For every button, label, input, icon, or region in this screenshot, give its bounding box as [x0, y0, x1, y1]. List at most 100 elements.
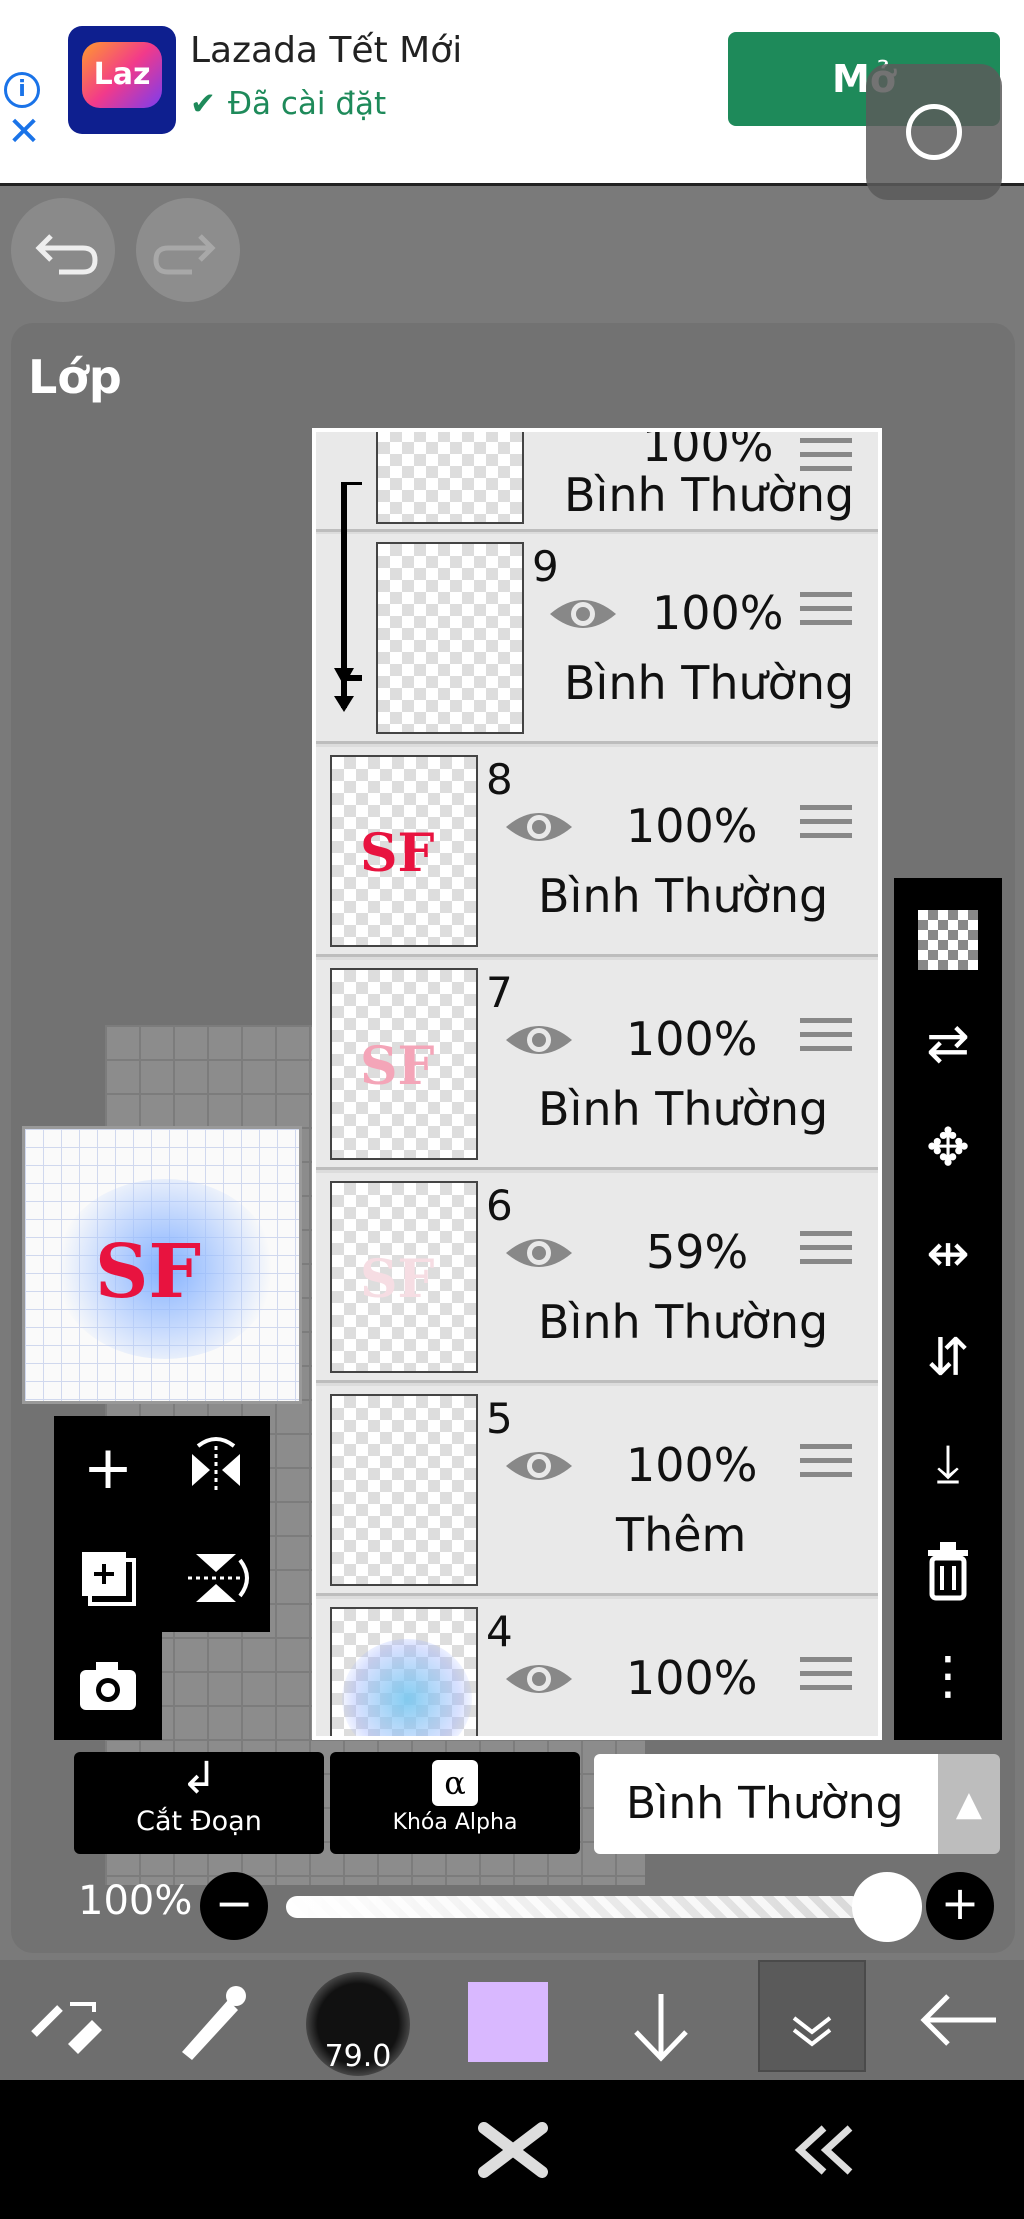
layer-row[interactable]: SF 7 100% Bình Thường	[316, 960, 878, 1170]
layer-thumbnail: SF	[330, 1181, 478, 1373]
brush-size-indicator[interactable]: 79.0	[306, 1972, 410, 2076]
flip-vertical-button[interactable]	[162, 1524, 270, 1632]
opacity-slider-thumb[interactable]	[852, 1872, 922, 1942]
layers-icon	[792, 2016, 832, 2047]
trash-icon[interactable]	[908, 1528, 988, 1608]
add-layer-button[interactable]: +	[54, 1416, 162, 1524]
app-close-icon[interactable]	[478, 2120, 548, 2180]
flip-horizontal-button[interactable]	[162, 1416, 270, 1524]
ad-subtitle: ✔ Đã cài đặt	[190, 86, 386, 122]
layer-row[interactable]: SF 6 59% Bình Thường	[316, 1173, 878, 1383]
color-swatch[interactable]	[468, 1982, 548, 2062]
layer-blend-mode: Bình Thường	[538, 869, 829, 923]
layer-row[interactable]: 9 100% Bình Thường	[316, 534, 878, 744]
eye-icon[interactable]	[502, 1444, 576, 1488]
clip-label: Cắt Đoạn	[136, 1806, 262, 1837]
opacity-decrease-button[interactable]: −	[200, 1872, 268, 1940]
layer-swap-icon[interactable]: ⇄	[908, 1004, 988, 1084]
alpha-lock-button[interactable]: α Khóa Alpha	[330, 1752, 580, 1854]
preview-sf-text: SF	[95, 1229, 201, 1315]
trash-glyph	[928, 1542, 968, 1601]
camera-icon	[80, 1662, 136, 1710]
layers-button[interactable]	[758, 1960, 866, 2072]
drag-handle-icon[interactable]	[800, 592, 852, 632]
clipping-arrow-icon	[334, 482, 362, 712]
panel-title: Lớp	[28, 350, 122, 404]
back-arrow-icon[interactable]	[904, 1960, 1014, 2080]
layer-number: 4	[486, 1607, 513, 1656]
layer-opacity: 100%	[642, 432, 774, 472]
layer-opacity: 59%	[646, 1225, 749, 1279]
circle-icon	[906, 104, 962, 160]
layer-thumbnail	[376, 432, 524, 524]
layer-row[interactable]: 100% Bình Thường	[316, 432, 878, 532]
move-icon[interactable]: ✥	[908, 1108, 988, 1188]
layer-number: 6	[486, 1181, 513, 1230]
eye-icon[interactable]	[502, 805, 576, 849]
layer-opacity: 100%	[626, 1438, 758, 1492]
layer-thumb-sf: SF	[360, 823, 435, 884]
drag-handle-icon[interactable]	[800, 1444, 852, 1484]
layer-thumbnail	[330, 1394, 478, 1586]
system-nav-bar	[0, 2080, 1024, 2219]
ad-banner[interactable]: i ✕ Laz Lazada Tết Mới ✔ Đã cài đặt Mở	[0, 0, 1024, 200]
bottom-toolbar: 79.0	[0, 1960, 1024, 2080]
undo-button[interactable]	[11, 198, 115, 302]
layer-thumb-glow	[342, 1639, 472, 1736]
back-double-chevron-icon[interactable]	[790, 2120, 860, 2180]
layer-thumbnail: SF	[330, 968, 478, 1160]
layer-blend-mode: Bình Thường	[538, 1295, 829, 1349]
layer-left-tools: +	[54, 1416, 270, 1740]
close-icon[interactable]: ✕	[4, 112, 44, 152]
layer-right-tools: ⇄ ✥ ⇹ ⇵ ⤓ ⋮	[894, 878, 1002, 1740]
opacity-slider[interactable]	[286, 1896, 902, 1918]
flip-horizontal-icon	[192, 1437, 240, 1494]
floating-assistive-button[interactable]	[866, 64, 1002, 200]
merge-down-icon[interactable]: ⤓	[908, 1424, 988, 1504]
flip-horizontal-icon[interactable]: ⇹	[908, 1214, 988, 1294]
drag-handle-icon[interactable]	[800, 438, 852, 478]
blend-mode-select[interactable]: Bình Thường	[594, 1754, 938, 1854]
layer-thumbnail: SF	[330, 755, 478, 947]
ad-title: Lazada Tết Mới	[190, 30, 463, 71]
camera-button[interactable]	[54, 1632, 162, 1740]
flip-vertical-icon[interactable]: ⇵	[908, 1318, 988, 1398]
eye-icon[interactable]	[502, 1231, 576, 1275]
drag-handle-icon[interactable]	[800, 1018, 852, 1058]
eye-icon[interactable]	[502, 1657, 576, 1701]
layer-blend-mode: Bình Thường	[564, 656, 855, 710]
drag-handle-icon[interactable]	[800, 1657, 852, 1697]
brush-tool-icon[interactable]	[154, 1960, 264, 2080]
blend-mode-arrow-icon[interactable]: ▲	[938, 1754, 1000, 1854]
drag-handle-icon[interactable]	[800, 805, 852, 845]
layer-list[interactable]: 100% Bình Thường 9 100% Bình Thường SF 8…	[312, 428, 882, 1740]
transform-tool-icon[interactable]	[10, 1960, 120, 2080]
more-icon[interactable]: ⋮	[908, 1636, 988, 1716]
checkerboard-icon[interactable]	[908, 900, 988, 980]
drag-handle-icon[interactable]	[800, 1231, 852, 1271]
check-icon: ✔	[190, 86, 216, 122]
layer-number: 5	[486, 1394, 513, 1443]
clip-button[interactable]: ↲ Cắt Đoạn	[74, 1752, 324, 1854]
brush-glyph	[182, 1986, 246, 2060]
layer-thumb-sf: SF	[360, 1036, 435, 1097]
undo-icon	[35, 234, 98, 275]
layer-row[interactable]: SF 8 100% Bình Thường	[316, 747, 878, 957]
eye-icon[interactable]	[502, 1018, 576, 1062]
eye-icon[interactable]	[546, 592, 620, 636]
copy-layer-button[interactable]	[54, 1524, 162, 1632]
lazada-logo: Laz	[68, 26, 176, 134]
down-arrow-icon[interactable]	[606, 1960, 716, 2080]
layer-row[interactable]: 5 100% Thêm	[316, 1386, 878, 1596]
transform-glyph	[31, 2002, 102, 2054]
layer-thumb-sf: SF	[360, 1249, 435, 1310]
redo-button[interactable]	[136, 198, 240, 302]
copy-layer-icon	[82, 1552, 136, 1606]
layer-opacity: 100%	[626, 1012, 758, 1066]
layer-blend-mode: Thêm	[616, 1508, 747, 1562]
opacity-increase-button[interactable]: +	[926, 1872, 994, 1940]
flip-vertical-icon	[188, 1554, 249, 1602]
canvas-preview[interactable]: SF	[22, 1126, 302, 1404]
info-icon[interactable]: i	[4, 72, 40, 108]
layer-row[interactable]: 4 100%	[316, 1599, 878, 1736]
